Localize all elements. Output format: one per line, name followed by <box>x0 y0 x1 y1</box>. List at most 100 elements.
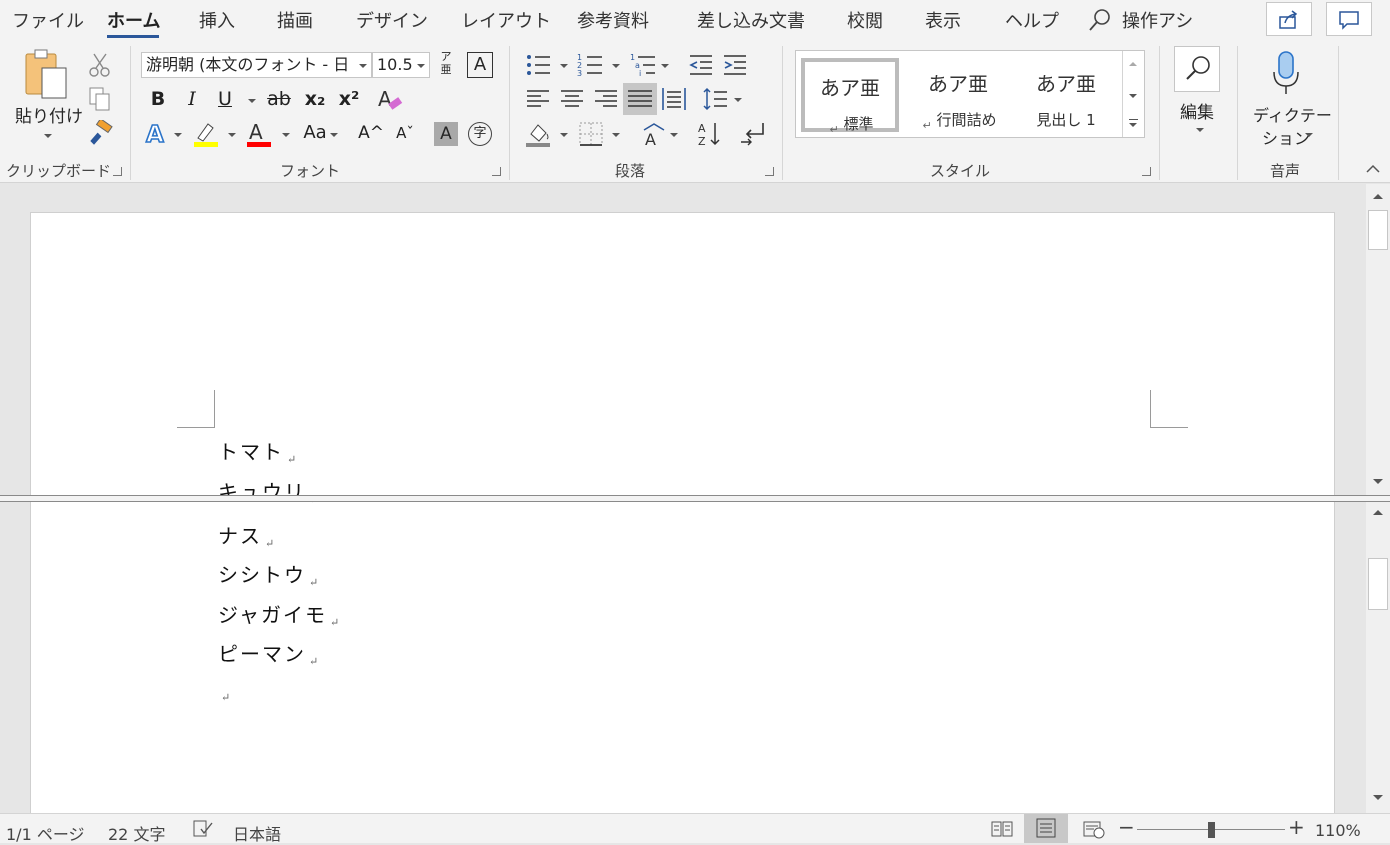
font-color-icon[interactable]: A <box>246 120 274 148</box>
document-line[interactable]: ↵ <box>218 678 230 704</box>
change-case-button[interactable]: Aa <box>299 120 331 148</box>
format-painter-icon[interactable] <box>88 120 114 146</box>
chevron-down-icon[interactable] <box>661 64 669 68</box>
subscript-button[interactable]: x₂ <box>302 86 328 114</box>
window-split-bar[interactable] <box>0 495 1390 502</box>
document-line[interactable]: トマト ↵ <box>218 436 296 466</box>
vertical-scrollbar-bottom[interactable] <box>1366 502 1390 813</box>
word-count[interactable]: 22 文字 <box>108 821 165 845</box>
document-line[interactable]: ピーマン ↵ <box>218 638 318 668</box>
font-launcher-icon[interactable] <box>492 167 501 176</box>
grow-font-button[interactable]: A^ <box>358 120 384 148</box>
justify-icon[interactable] <box>623 83 657 115</box>
style-item-heading-1[interactable]: あア亜 見出し 1 <box>1017 58 1115 132</box>
tab-draw[interactable]: 描画 <box>277 7 313 33</box>
styles-launcher-icon[interactable] <box>1142 167 1151 176</box>
chevron-down-icon[interactable] <box>670 133 678 137</box>
chevron-down-icon[interactable] <box>612 133 620 137</box>
align-left-icon[interactable] <box>525 86 551 112</box>
dictate-button[interactable]: ディクテー ション <box>1248 48 1332 156</box>
more-styles-icon[interactable] <box>1129 119 1138 120</box>
print-layout-icon[interactable] <box>1024 814 1068 843</box>
decrease-indent-icon[interactable] <box>688 52 714 78</box>
borders-icon[interactable] <box>578 120 606 148</box>
paste-button[interactable]: 貼り付け <box>14 48 83 148</box>
tell-me-input[interactable]: 操作アシ <box>1122 7 1193 33</box>
multilevel-list-icon[interactable]: 1ai <box>630 52 658 78</box>
text-effects-icon[interactable]: A <box>145 120 171 148</box>
zoom-slider-thumb[interactable] <box>1208 822 1215 838</box>
search-icon[interactable] <box>1088 8 1112 32</box>
tab-references[interactable]: 参考資料 <box>577 7 649 33</box>
chevron-down-icon[interactable] <box>174 133 182 137</box>
numbering-icon[interactable]: 123 <box>577 52 605 78</box>
style-item-no-spacing[interactable]: あア亜 ↵ 行間詰め <box>909 58 1007 132</box>
show-formatting-icon[interactable] <box>739 120 767 148</box>
document-line[interactable]: ジャガイモ ↵ <box>218 599 339 629</box>
distributed-icon[interactable] <box>661 86 687 112</box>
superscript-button[interactable]: x² <box>336 86 362 114</box>
tab-home[interactable]: ホーム <box>107 7 160 33</box>
chevron-down-icon[interactable] <box>560 64 568 68</box>
web-layout-icon[interactable] <box>1082 819 1106 839</box>
chevron-down-icon[interactable] <box>282 133 290 137</box>
chevron-down-icon[interactable] <box>228 133 236 137</box>
enclose-char-button[interactable]: 字 <box>468 122 492 146</box>
zoom-level[interactable]: 110% <box>1315 821 1361 840</box>
tab-design[interactable]: デザイン <box>356 7 428 33</box>
shrink-font-button[interactable]: Aˇ <box>392 120 418 148</box>
bullets-icon[interactable] <box>525 52 553 78</box>
read-mode-icon[interactable] <box>990 819 1014 839</box>
chevron-down-icon[interactable] <box>248 99 256 103</box>
char-border-button[interactable]: A <box>467 52 493 78</box>
scroll-thumb[interactable] <box>1368 210 1388 250</box>
scroll-up-icon[interactable] <box>1366 502 1390 524</box>
sort-icon[interactable]: AZ <box>697 120 725 148</box>
tab-view[interactable]: 表示 <box>925 7 961 33</box>
copy-icon[interactable] <box>88 86 112 112</box>
cut-icon[interactable] <box>88 52 112 78</box>
share-button[interactable] <box>1266 2 1312 36</box>
chevron-down-icon[interactable] <box>359 64 367 68</box>
chevron-down-icon[interactable] <box>330 133 338 137</box>
scroll-up-icon[interactable] <box>1366 186 1390 208</box>
bold-button[interactable]: B <box>145 86 171 114</box>
strikethrough-button[interactable]: ab <box>266 86 292 114</box>
tab-help[interactable]: ヘルプ <box>1005 7 1059 33</box>
editing-button[interactable]: 編集 <box>1174 46 1222 146</box>
tab-mailings[interactable]: 差し込み文書 <box>697 7 805 33</box>
shading-icon[interactable] <box>525 120 553 148</box>
collapse-ribbon-icon[interactable] <box>1366 164 1380 174</box>
proofing-icon[interactable] <box>192 819 214 839</box>
chevron-down-icon[interactable] <box>734 98 742 102</box>
tab-insert[interactable]: 挿入 <box>199 7 235 33</box>
clipboard-launcher-icon[interactable] <box>113 167 122 176</box>
chevron-down-icon[interactable] <box>417 64 425 68</box>
scroll-thumb[interactable] <box>1368 558 1388 610</box>
char-shading-button[interactable]: A <box>434 122 458 146</box>
language[interactable]: 日本語 <box>233 821 281 845</box>
chevron-up-icon[interactable] <box>1129 62 1137 66</box>
page-count[interactable]: 1/1 ページ <box>6 821 85 845</box>
zoom-out-icon[interactable]: − <box>1118 817 1135 837</box>
underline-button[interactable]: U <box>212 86 238 114</box>
chevron-down-icon[interactable] <box>560 133 568 137</box>
tab-layout[interactable]: レイアウト <box>461 7 551 33</box>
align-right-icon[interactable] <box>593 86 619 112</box>
style-item-normal[interactable]: あア亜 ↵ 標準 <box>801 58 899 136</box>
font-size-combo[interactable]: 10.5 <box>372 52 430 78</box>
highlight-icon[interactable] <box>192 120 222 148</box>
zoom-in-icon[interactable]: + <box>1288 817 1305 837</box>
vertical-scrollbar-top[interactable] <box>1366 184 1390 495</box>
line-spacing-icon[interactable] <box>703 86 729 112</box>
asian-layout-icon[interactable]: A <box>640 120 668 148</box>
italic-button[interactable]: I <box>179 86 205 114</box>
comments-button[interactable] <box>1326 2 1372 36</box>
scroll-down-icon[interactable] <box>1366 472 1390 494</box>
document-line[interactable]: ナス ↵ <box>218 520 274 550</box>
tab-file[interactable]: ファイル <box>12 7 84 33</box>
paragraph-launcher-icon[interactable] <box>765 167 774 176</box>
scroll-down-icon[interactable] <box>1366 788 1390 810</box>
align-center-icon[interactable] <box>559 86 585 112</box>
font-name-combo[interactable]: 游明朝 (本文のフォント - 日 <box>141 52 372 78</box>
